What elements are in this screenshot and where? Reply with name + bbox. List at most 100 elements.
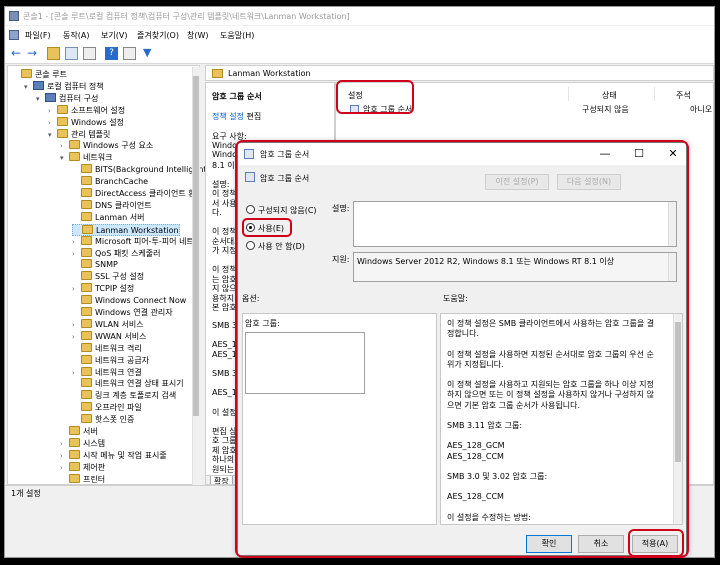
tree-node-label: 시스템 [83, 438, 106, 448]
expand-arrow-icon[interactable]: › [60, 142, 69, 150]
tree-node[interactable]: › 제어판 [60, 461, 105, 474]
tree-node[interactable]: DirectAccess 클라이언트 환 [72, 188, 196, 200]
menu-help[interactable]: 도움말(H) [220, 30, 254, 41]
tree-node[interactable]: Lanman 서버 [72, 211, 144, 224]
expand-arrow-icon[interactable]: ▾ [24, 83, 33, 91]
tree-node[interactable]: BranchCache [72, 176, 148, 188]
expand-arrow-icon[interactable]: › [72, 250, 81, 258]
help-icon[interactable]: ? [105, 47, 118, 60]
col-comment[interactable]: 주석 [676, 90, 691, 101]
tree-node[interactable]: › QoS 패킷 스케줄러 [72, 247, 161, 260]
forward-arrow-icon[interactable]: → [27, 47, 40, 60]
tree-node[interactable]: › 소프트웨어 설정 [48, 104, 125, 117]
edit-suffix: 편집 [243, 112, 262, 121]
tree-node[interactable]: 네트워크 공급자 [72, 354, 149, 367]
menu-file-icon [9, 30, 19, 40]
expand-arrow-icon[interactable]: › [72, 369, 81, 377]
folder-icon [69, 140, 80, 150]
tree-node[interactable]: › Windows 설정 [48, 116, 124, 129]
tree-node[interactable]: 서버 [60, 426, 98, 438]
folder-icon [212, 69, 223, 78]
mmc-title-bar: 콘솔1 - [콘솔 루트\로컬 컴퓨터 정책\컴퓨터 구성\관리 템플릿\네트워… [5, 7, 714, 25]
tree-node-label: DirectAccess 클라이언트 환 [95, 189, 196, 198]
folder-icon [81, 199, 92, 209]
back-arrow-icon[interactable]: ← [11, 47, 24, 60]
menu-window[interactable]: 창(W) [187, 30, 209, 41]
tree-node-label: Windows 구성 요소 [83, 141, 154, 151]
tree-node[interactable]: › WWAN 서비스 [72, 330, 146, 343]
pane-header: Lanman Workstation [205, 65, 714, 81]
tree-node[interactable]: 핫스폿 인증 [72, 414, 134, 426]
tree-node[interactable]: Lanman Workstation [72, 223, 180, 236]
tree-node[interactable]: ▾ 네트워크 [60, 152, 112, 164]
tree-node-label: 네트워크 [83, 153, 113, 163]
menu-view[interactable]: 보기(V) [101, 30, 127, 41]
tree-node[interactable]: › 네트워크 연결 [72, 366, 142, 379]
menu-action[interactable]: 동작(A) [63, 30, 89, 41]
up-folder-icon[interactable] [47, 47, 60, 60]
tree-node[interactable]: › WLAN 서비스 [72, 318, 144, 331]
tree-node-label: SSL 구성 설정 [95, 272, 145, 282]
folder-icon [81, 318, 92, 328]
expand-arrow-icon[interactable]: › [60, 452, 69, 460]
tree-node[interactable]: SSL 구성 설정 [72, 271, 144, 283]
tree-node[interactable]: 콘솔 루트 [12, 69, 67, 81]
tree-node-label: 콘솔 루트 [35, 70, 67, 79]
expand-arrow-icon[interactable]: ▾ [60, 154, 69, 162]
folder-icon [81, 247, 92, 257]
expand-arrow-icon[interactable]: › [72, 285, 81, 293]
expand-arrow-icon[interactable]: › [60, 464, 69, 472]
folder-icon [81, 235, 92, 245]
tree-node[interactable]: ▾ 관리 템플릿 [48, 128, 110, 141]
expand-arrow-icon[interactable]: › [72, 333, 81, 341]
highlight-dialog [235, 140, 689, 558]
tree-node[interactable]: › Microsoft 피어-투-피어 네트 [72, 235, 194, 248]
folder-icon [69, 461, 80, 471]
tree-node[interactable]: › 시작 메뉴 및 작업 표시줄 [60, 449, 167, 462]
computer-icon [33, 80, 44, 90]
folder-icon [81, 342, 92, 352]
tree-node[interactable]: 오프라인 파일 [72, 402, 142, 414]
folder-icon [57, 104, 68, 114]
tree-scrollbar-thumb[interactable] [193, 76, 199, 416]
col-state[interactable]: 상태 [602, 90, 617, 101]
computer-icon [45, 92, 56, 102]
expand-arrow-icon[interactable]: › [48, 107, 57, 115]
tree-node[interactable]: 네트워크 연결 상태 표시기 [72, 378, 184, 390]
expand-arrow-icon[interactable]: ▾ [48, 131, 57, 139]
tree-node[interactable]: DNS 클라이언트 [72, 199, 152, 212]
tree-node[interactable]: 프린터 [60, 473, 105, 486]
menu-file[interactable]: 파일(F) [25, 30, 51, 41]
folder-icon [81, 176, 92, 186]
folder-icon [82, 224, 93, 234]
properties-icon[interactable] [123, 47, 136, 60]
expand-arrow-icon[interactable]: › [48, 119, 57, 127]
tree-node[interactable]: › TCPIP 설정 [72, 283, 134, 295]
tree-node[interactable]: › Windows 구성 요소 [60, 140, 153, 152]
folder-icon [69, 437, 80, 447]
tree-node[interactable]: 네트워크 격리 [72, 342, 142, 355]
tree-node[interactable]: Windows 연결 관리자 [72, 307, 173, 319]
folder-icon [81, 188, 92, 197]
toolbar: ← → ? ▼ [5, 44, 714, 64]
expand-arrow-icon[interactable]: › [72, 238, 81, 246]
tree-node[interactable]: › 시스템 [60, 437, 106, 450]
tree-node[interactable]: ▾ 컴퓨터 구성 [36, 92, 98, 105]
expand-arrow-icon[interactable]: › [72, 321, 81, 329]
edit-policy-link[interactable]: 정책 설정 [212, 112, 244, 121]
console-tree: 콘솔 루트 ▾ 로컬 컴퓨터 정책 ▾ 컴퓨터 구성 › 소프트웨어 설정 › Windows … [7, 65, 207, 486]
tree-node[interactable]: BITS(Background Intelligent [72, 164, 207, 176]
expand-arrow-icon[interactable]: › [60, 440, 69, 448]
menu-favorites[interactable]: 즐겨찾기(O) [137, 30, 179, 41]
filter-icon[interactable]: ▼ [143, 47, 156, 60]
tab-extended[interactable]: 확장 [210, 476, 233, 484]
expand-arrow-icon[interactable]: ▾ [36, 95, 45, 103]
export-list-icon[interactable] [83, 47, 96, 60]
tree-node[interactable]: SNMP [72, 259, 118, 271]
tree-node[interactable]: ▾ 로컬 컴퓨터 정책 [24, 80, 104, 93]
tree-node-label: SNMP [95, 260, 118, 270]
folder-icon [69, 152, 80, 162]
show-hide-tree-icon[interactable] [65, 47, 78, 60]
tree-node[interactable]: 링크 계층 토폴로지 검색 [72, 390, 176, 402]
tree-node[interactable]: Windows Connect Now [72, 295, 186, 307]
